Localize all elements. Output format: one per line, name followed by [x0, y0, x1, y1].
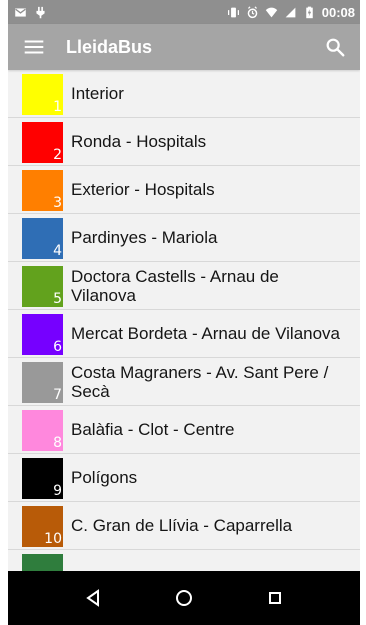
route-name: Costa Magraners - Av. Sant Pere / Secà: [71, 362, 329, 401]
back-triangle-icon: [83, 588, 103, 608]
route-color-badge: 8: [22, 409, 63, 451]
usb-icon: [34, 6, 47, 19]
route-name: Exterior - Hospitals: [71, 180, 215, 199]
recents-button[interactable]: [255, 581, 295, 615]
route-number: 6: [53, 338, 62, 355]
home-button[interactable]: [164, 581, 204, 615]
route-number: 4: [53, 242, 62, 259]
route-number: 10: [44, 530, 62, 547]
route-color-badge: 9: [22, 457, 63, 499]
vibrate-icon: [227, 6, 240, 19]
route-number: 9: [53, 482, 62, 499]
status-bar: 00:08: [8, 0, 360, 24]
route-list[interactable]: 1 Interior 2 Ronda - Hospitals 3 Exterio…: [8, 70, 360, 571]
route-color-badge: [22, 553, 63, 571]
route-name: Polígons: [71, 468, 138, 487]
route-list-item[interactable]: 7 Costa Magraners - Av. Sant Pere / Secà: [8, 358, 360, 406]
menu-button[interactable]: [20, 33, 48, 61]
route-color-badge: 5: [22, 265, 63, 307]
back-button[interactable]: [73, 581, 113, 615]
battery-icon: [303, 6, 316, 19]
wifi-icon: [265, 6, 278, 19]
navigation-bar: [8, 571, 360, 625]
route-color-badge: 1: [22, 73, 63, 115]
mail-icon: [14, 6, 27, 19]
alarm-icon: [246, 5, 259, 19]
app-toolbar: LleidaBus: [8, 24, 360, 70]
route-name: Balàfia - Clot - Centre: [71, 420, 235, 439]
route-color-badge: 4: [22, 217, 63, 259]
search-icon: [324, 36, 346, 58]
recents-square-icon: [265, 588, 285, 608]
route-number: 7: [53, 386, 62, 403]
signal-icon: [284, 6, 297, 19]
route-list-item[interactable]: 4 Pardinyes - Mariola: [8, 214, 360, 262]
route-list-item[interactable]: 6 Mercat Bordeta - Arnau de Vilanova: [8, 310, 360, 358]
phone-screen: 00:08 LleidaBus 1 Interior 2 Ronda - Hos: [0, 0, 366, 625]
route-name: Ronda - Hospitals: [71, 132, 207, 151]
home-circle-icon: [174, 588, 194, 608]
route-list-item[interactable]: [8, 550, 360, 571]
route-color-badge: 6: [22, 313, 63, 355]
status-time: 00:08: [321, 4, 355, 20]
route-name: Mercat Bordeta - Arnau de Vilanova: [71, 324, 341, 343]
route-list-item[interactable]: 5 Doctora Castells - Arnau de Vilanova: [8, 262, 360, 310]
route-number: 1: [53, 98, 62, 115]
search-button[interactable]: [321, 33, 349, 61]
status-right-icons: 00:08: [227, 5, 355, 20]
route-number: 5: [53, 290, 62, 307]
route-number: 8: [53, 434, 62, 451]
route-name: Interior: [71, 84, 124, 103]
route-list-item[interactable]: 9 Polígons: [8, 454, 360, 502]
route-list-item[interactable]: 3 Exterior - Hospitals: [8, 166, 360, 214]
app-title: LleidaBus: [66, 36, 153, 57]
route-name: C. Gran de Llívia - Caparrella: [71, 516, 293, 535]
route-color-badge: 2: [22, 121, 63, 163]
route-color-badge: 10: [22, 505, 63, 547]
route-list-item[interactable]: 2 Ronda - Hospitals: [8, 118, 360, 166]
route-name: Doctora Castells - Arnau de Vilanova: [71, 266, 279, 305]
route-list-item[interactable]: 8 Balàfia - Clot - Centre: [8, 406, 360, 454]
route-color-badge: 7: [22, 361, 63, 403]
route-list-item[interactable]: 1 Interior: [8, 70, 360, 118]
route-list-item[interactable]: 10 C. Gran de Llívia - Caparrella: [8, 502, 360, 550]
status-left-icons: [14, 6, 47, 19]
route-number: 3: [53, 194, 62, 211]
route-number: 2: [53, 146, 62, 163]
route-name: Pardinyes - Mariola: [71, 228, 218, 247]
menu-icon: [23, 36, 45, 58]
route-color-badge: 3: [22, 169, 63, 211]
